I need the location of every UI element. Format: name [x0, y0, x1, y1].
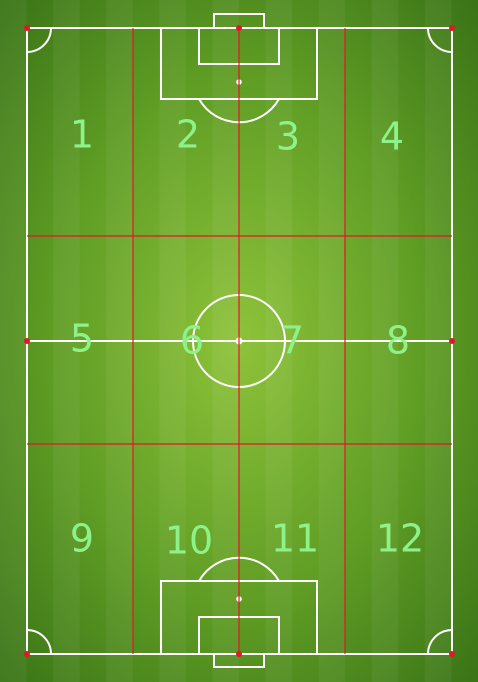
zone-label-12: 12	[376, 517, 424, 561]
grid-marker	[449, 651, 455, 657]
grid-marker	[24, 25, 30, 31]
grid-marker	[24, 651, 30, 657]
pitch-diagram: 1 2 3 4 5 6 7 8 9 10 11 12	[0, 0, 478, 682]
zone-label-8: 8	[386, 319, 410, 363]
zone-label-10: 10	[165, 519, 213, 563]
zone-label-6: 6	[180, 319, 204, 363]
grid-marker	[236, 25, 242, 31]
zone-label-2: 2	[176, 113, 200, 157]
zone-label-1: 1	[70, 113, 94, 157]
football-pitch: 1 2 3 4 5 6 7 8 9 10 11 12	[0, 0, 478, 682]
zone-label-11: 11	[271, 517, 319, 561]
grid-marker	[449, 25, 455, 31]
grid-marker	[24, 338, 30, 344]
zone-label-3: 3	[276, 115, 300, 159]
grass-stripe	[0, 0, 27, 682]
grid-marker	[449, 338, 455, 344]
zone-label-4: 4	[380, 115, 404, 159]
zone-label-7: 7	[280, 319, 304, 363]
grid-marker	[236, 651, 242, 657]
zone-label-9: 9	[70, 517, 94, 561]
zone-label-5: 5	[70, 317, 94, 361]
